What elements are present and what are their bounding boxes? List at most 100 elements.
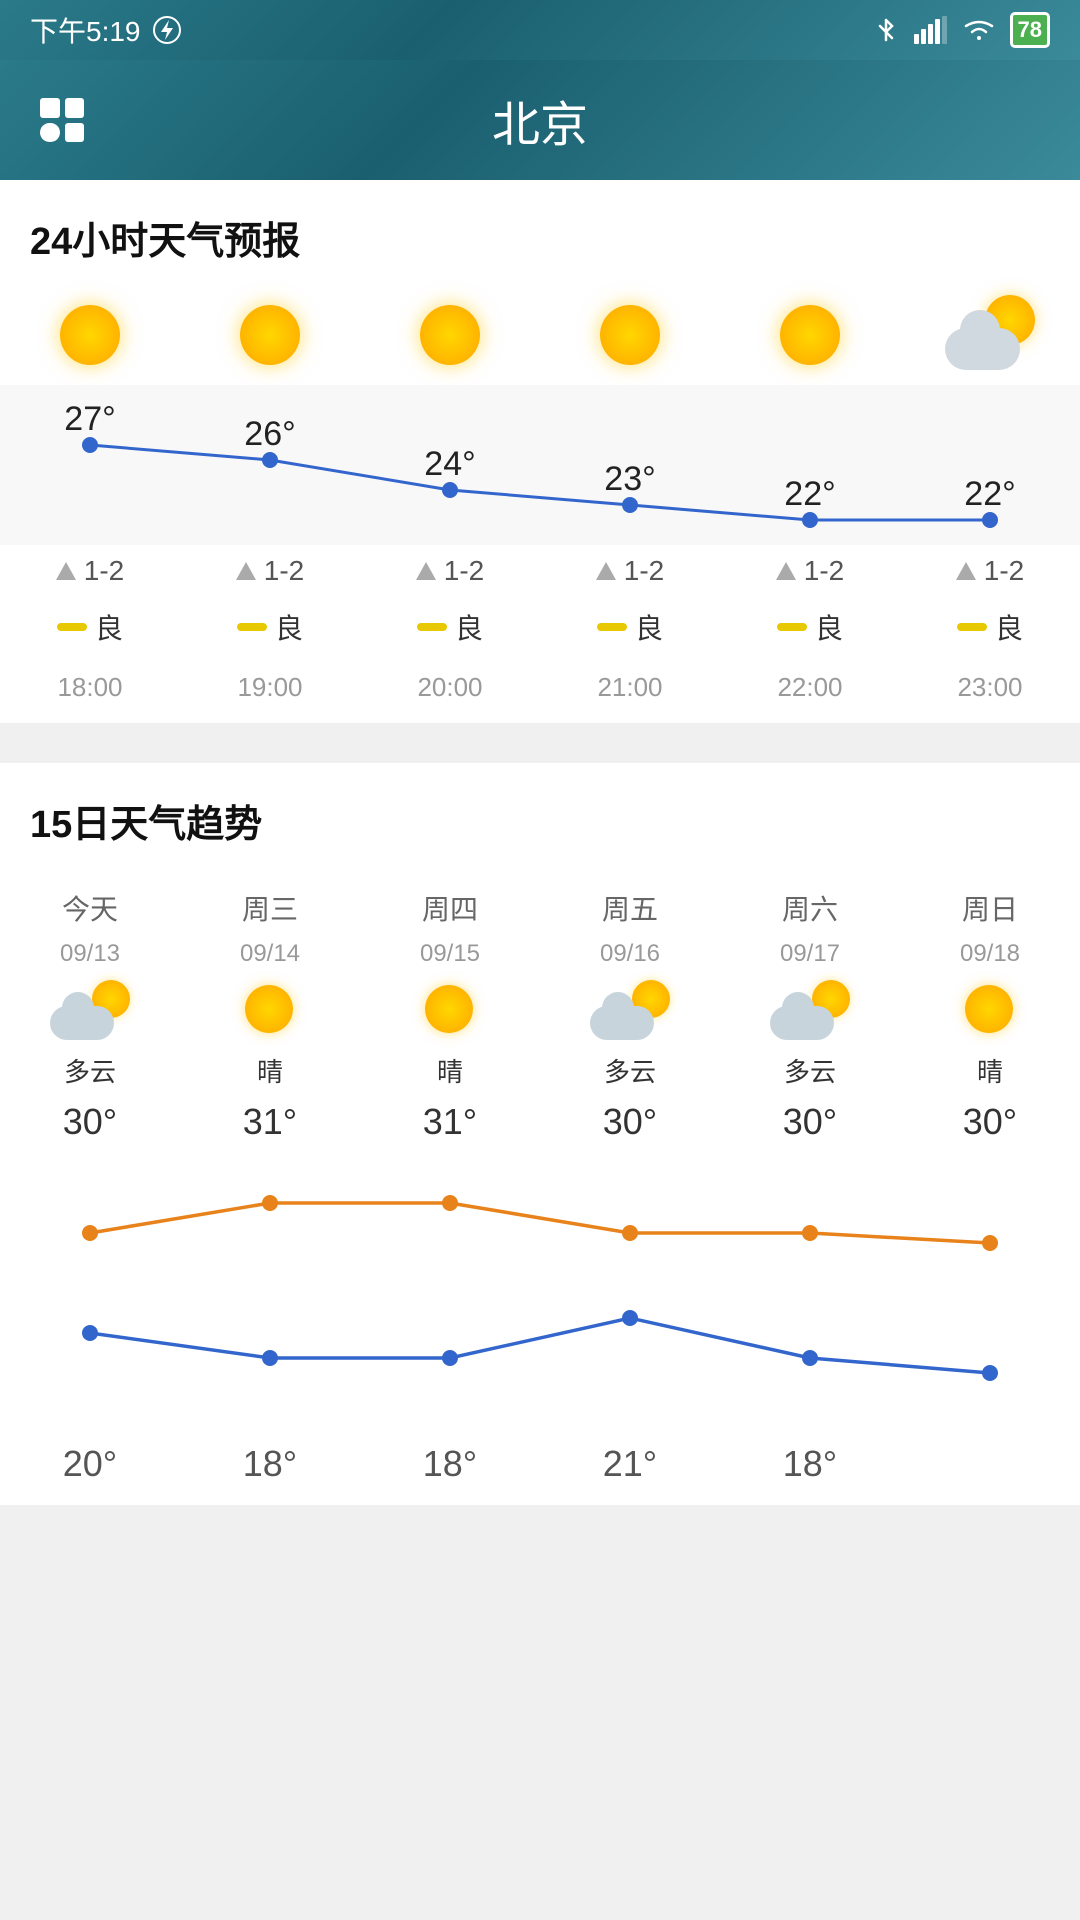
sun-weather-icon [590,295,670,375]
wind-direction: 1-2 [956,555,1024,587]
low-temp-dot [442,1350,458,1366]
temp-label: 22° [964,475,1015,513]
wind-item: 1-2 [180,555,360,587]
forecast-item: 周三 09/14 晴 31° [180,888,360,1143]
low-temp-item: 18° [360,1443,540,1485]
hourly-icon-item [180,285,360,385]
hourly-icons-row [0,285,1080,385]
time-label: 19:00 [237,672,302,703]
wind-direction: 1-2 [236,555,304,587]
sun-icon-sm [235,980,305,1040]
wind-level: 1-2 [84,555,124,587]
menu-button[interactable] [40,98,84,142]
high-temp-dot [982,1235,998,1251]
forecast-description: 晴 [257,1052,283,1089]
flash-icon [153,16,181,44]
low-temp-value: 18° [783,1443,837,1485]
sun-weather-icon [770,295,850,375]
temp-chart-svg: 27° 26° 24° 23° 22° 22° [0,395,1080,555]
aqi-label: 良 [995,607,1023,647]
forecast-date: 09/18 [960,940,1020,968]
forecast-day-headers: 今天 09/13 多云 30° 周三 09/14 晴 31° 周四 09/15 … [0,868,1080,1143]
forecast-day-label: 周六 [782,888,838,928]
partly-cloudy-icon-sm [50,980,130,1040]
high-temp-chart-svg [0,1163,1080,1283]
wind-direction: 1-2 [56,555,124,587]
forecast-section-title: 15日天气趋势 [0,793,1080,868]
partly-cloudy-icon [945,295,1035,375]
high-temp-dot [82,1225,98,1241]
forecast-description: 多云 [784,1052,836,1089]
sun-icon-sm [955,980,1025,1040]
wind-arrow-icon [956,562,976,580]
forecast-date: 09/14 [240,940,300,968]
bluetooth-icon [872,16,900,44]
wind-arrow-icon [776,562,796,580]
low-temp-dot [802,1350,818,1366]
forecast-item: 周六 09/17 多云 30° [720,888,900,1143]
temp-dot [982,512,998,528]
time-label: 23:00 [957,672,1022,703]
low-temp-item: 20° [0,1443,180,1485]
sun-weather-icon [410,295,490,375]
low-temp-item: 18° [720,1443,900,1485]
air-quality: 良 [417,607,483,647]
air-quality: 良 [237,607,303,647]
aqi-item: 良 [720,607,900,647]
forecast-date: 09/15 [420,940,480,968]
forecast-description: 多云 [604,1052,656,1089]
forecast-item: 周四 09/15 晴 31° [360,888,540,1143]
time-label-item: 21:00 [540,667,720,703]
low-temp-chart-area [0,1288,1080,1423]
time-label-item: 23:00 [900,667,1080,703]
low-temp-dot [622,1310,638,1326]
wind-item: 1-2 [900,555,1080,587]
low-temp-value: 21° [603,1443,657,1485]
time-label-item: 19:00 [180,667,360,703]
aqi-label: 良 [455,607,483,647]
sun-icon-sm [415,980,485,1040]
temp-dot [442,482,458,498]
hourly-icon-item [0,285,180,385]
temp-dot [622,497,638,513]
hourly-icon-item [360,285,540,385]
low-temp-dot [262,1350,278,1366]
wind-arrow-icon [596,562,616,580]
aqi-bar [597,623,627,631]
low-temp-item: 17° [900,1443,1080,1485]
signal-icon [914,16,948,44]
temp-label: 22° [784,475,835,513]
partly-cloudy-icon-sm [590,980,670,1040]
high-temp-line [90,1203,990,1243]
wind-arrow-icon [416,562,436,580]
temp-label: 24° [424,445,475,483]
wind-level: 1-2 [804,555,844,587]
low-temp-value: 20° [63,1443,117,1485]
time-label: 20:00 [417,672,482,703]
wind-direction: 1-2 [416,555,484,587]
low-temp-line [90,1318,990,1373]
temperature-chart: 27° 26° 24° 23° 22° 22° [0,385,1080,545]
wind-item: 1-2 [720,555,900,587]
aqi-label: 良 [95,607,123,647]
wind-item: 1-2 [0,555,180,587]
wind-level: 1-2 [624,555,664,587]
temp-label: 26° [244,415,295,453]
low-temp-labels: 20° 18° 18° 21° 18° 17° [0,1423,1080,1505]
aqi-bar [57,623,87,631]
forecast-day-label: 周日 [962,888,1018,928]
sun-weather-icon [50,295,130,375]
aqi-item: 良 [180,607,360,647]
hourly-icon-item [720,285,900,385]
low-temp-dot [982,1365,998,1381]
status-time: 下午5:19 [30,10,181,50]
wind-direction: 1-2 [596,555,664,587]
temp-line [90,445,990,520]
forecast-high-temp: 31° [243,1101,297,1143]
low-temp-value: 18° [243,1443,297,1485]
aqi-item: 良 [900,607,1080,647]
forecast-high-temp: 30° [963,1101,1017,1143]
wind-level: 1-2 [984,555,1024,587]
forecast-date: 09/17 [780,940,840,968]
sun-weather-icon [230,295,310,375]
